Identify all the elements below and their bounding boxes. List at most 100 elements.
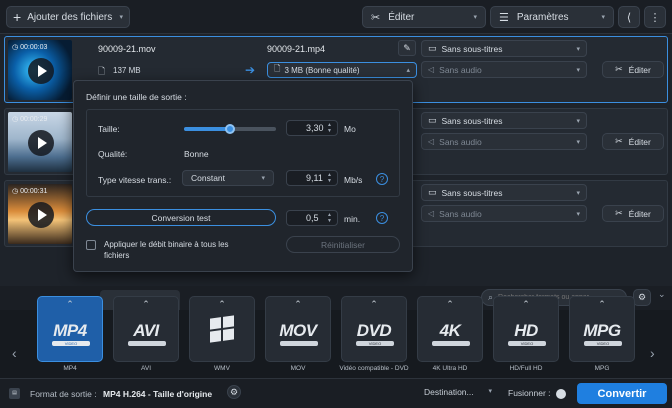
format-mov[interactable]: ⌃ MOV (265, 296, 331, 362)
size-slider-fill (184, 127, 230, 131)
chevron-up-icon: ⌃ (446, 299, 454, 309)
output-format-icon: ▤ (9, 388, 20, 399)
edit-menu-label: Éditer (388, 11, 415, 23)
play-icon[interactable] (28, 58, 54, 84)
format-mpg[interactable]: ⌃ MPG VIDEO (569, 296, 635, 362)
output-size-select[interactable]: 🗋 3 MB (Bonne qualité) ▴ (267, 62, 417, 78)
chevron-down-icon: ▾ (576, 210, 580, 218)
chevron-down-icon: ▾ (576, 138, 580, 146)
test-minutes-input[interactable]: 0,5 ▲ ▼ (286, 210, 338, 226)
audio-select[interactable]: ◁ Sans audio ▾ (421, 205, 587, 222)
share-button[interactable]: ⟨ (618, 6, 640, 28)
chevron-up-icon: ⌃ (370, 299, 378, 309)
format-4k[interactable]: ⌃ 4K (417, 296, 483, 362)
subtitles-select[interactable]: ▭ Sans sous-titres ▾ (421, 40, 587, 57)
audio-select[interactable]: ◁ Sans audio ▾ (421, 133, 587, 150)
edit-file-button[interactable]: ✂ Éditer (602, 205, 664, 222)
chevron-down-icon: ▾ (119, 14, 123, 21)
output-format-label: Format de sortie : (30, 389, 97, 399)
source-filename: 90009-21.mov (98, 44, 156, 54)
bitrate-type-label: Type vitesse trans.: (98, 175, 172, 185)
clock-icon: ◷ (12, 116, 19, 123)
convert-arrow-icon: ➔ (245, 63, 256, 77)
format-label: Vidéo compatible - DVD (339, 365, 409, 372)
scroll-left-icon[interactable]: ‹ (12, 345, 17, 361)
format-wmv[interactable]: ⌃ (189, 296, 255, 362)
stepper-arrows-icon[interactable]: ▲ ▼ (327, 172, 332, 184)
format-dvd[interactable]: ⌃ DVD VIDEO (341, 296, 407, 362)
clock-icon: ◷ (12, 44, 19, 51)
merge-toggle[interactable] (556, 389, 566, 399)
chevron-down-icon: ▾ (576, 117, 580, 125)
subtitles-select[interactable]: ▭ Sans sous-titres ▾ (421, 184, 587, 201)
help-icon[interactable]: ? (376, 212, 388, 224)
edit-file-button[interactable]: ✂ Éditer (602, 61, 664, 78)
chevron-down-icon: ▾ (473, 14, 477, 21)
edit-file-button[interactable]: ✂ Éditer (602, 133, 664, 150)
output-settings-gear-icon[interactable]: ⚙ (227, 385, 241, 399)
subtitles-select[interactable]: ▭ Sans sous-titres ▾ (421, 112, 587, 129)
reset-button[interactable]: Réinitialiser (286, 236, 400, 253)
format-settings-button[interactable]: ⚙ (633, 289, 651, 306)
format-label: HD/Full HD (509, 365, 543, 372)
clock-icon: ◷ (12, 188, 19, 195)
settings-menu-label: Paramètres (516, 11, 569, 23)
duration-badge: ◷ 00:00:03 (12, 43, 48, 52)
size-slider[interactable] (184, 124, 276, 134)
format-hd[interactable]: ⌃ HD VIDEO (493, 296, 559, 362)
output-filename: 90009-21.mp4 (267, 44, 326, 54)
chevron-down-icon: ▾ (488, 388, 492, 395)
chevron-up-icon: ⌃ (294, 299, 302, 309)
stepper-arrows-icon[interactable]: ▲ ▼ (327, 212, 332, 224)
add-files-label: Ajouter des fichiers (27, 11, 113, 23)
audio-select[interactable]: ◁ Sans audio ▾ (421, 61, 587, 78)
chevron-up-icon: ⌃ (218, 299, 226, 309)
scroll-right-icon[interactable]: › (650, 345, 655, 361)
file-icon: 🗋 (98, 66, 106, 76)
video-thumbnail[interactable]: ◷ 00:00:31 (8, 184, 72, 244)
collapse-chevron-icon[interactable]: ⌄ (658, 289, 666, 300)
play-icon[interactable] (28, 130, 54, 156)
size-slider-handle[interactable] (225, 124, 235, 134)
settings-menu-button[interactable]: ☰ Paramètres ▾ (490, 6, 614, 28)
quality-label: Qualité: (98, 149, 128, 159)
tools-icon: ✂ (371, 11, 381, 24)
help-icon[interactable]: ? (376, 173, 388, 185)
chevron-down-icon: ▾ (576, 189, 580, 197)
play-icon[interactable] (28, 202, 54, 228)
chevron-up-icon: ▴ (406, 67, 410, 74)
stepper-arrows-icon[interactable]: ▲ ▼ (327, 122, 332, 134)
edit-name-icon[interactable]: ✎ (398, 40, 416, 56)
chevron-up-icon: ⌃ (598, 299, 606, 309)
bitrate-type-select[interactable]: Constant ▾ (182, 170, 274, 186)
speaker-muted-icon: ◁ (428, 137, 435, 146)
logo-stripe (280, 341, 318, 346)
more-button[interactable]: ⋮ (644, 6, 666, 28)
speaker-muted-icon: ◁ (428, 65, 435, 74)
video-thumbnail[interactable]: ◷ 00:00:03 (8, 40, 72, 100)
video-thumbnail[interactable]: ◷ 00:00:29 (8, 112, 72, 172)
chevron-up-icon: ⌃ (66, 299, 74, 309)
format-avi[interactable]: ⌃ AVI (113, 296, 179, 362)
share-icon: ⟨ (626, 11, 632, 24)
test-conversion-button[interactable]: Conversion test (86, 209, 276, 226)
output-size-panel: Définir une taille de sortie : Taille: 3… (73, 80, 413, 272)
bottom-bar: ▤ Format de sortie : MP4 H.264 - Taille … (0, 378, 672, 408)
edit-menu-button[interactable]: ✂ Éditer ▾ (362, 6, 486, 28)
format-label: MPG (594, 365, 610, 372)
format-label: MOV (290, 365, 306, 372)
size-input[interactable]: 3,30 ▲ ▼ (286, 120, 338, 136)
size-unit: Mo (344, 124, 356, 134)
tools-icon: ✂ (615, 64, 623, 74)
bitrate-input[interactable]: 9,11 ▲ ▼ (286, 170, 338, 186)
apply-all-label: Appliquer le débit binaire à tous les fi… (104, 240, 229, 260)
destination-button[interactable]: Destination... ▾ (424, 387, 492, 397)
add-files-button[interactable]: + Ajouter des fichiers ▾ (6, 6, 130, 28)
chevron-down-icon: ▾ (601, 14, 605, 21)
format-mp4[interactable]: ⌃ MP4 VIDEO (37, 296, 103, 362)
output-format-value[interactable]: MP4 H.264 - Taille d'origine (103, 389, 212, 399)
source-size: 137 MB (113, 66, 141, 75)
convert-button[interactable]: Convertir (577, 383, 667, 404)
duration-badge: ◷ 00:00:31 (12, 187, 48, 196)
apply-all-checkbox[interactable] (86, 240, 96, 250)
